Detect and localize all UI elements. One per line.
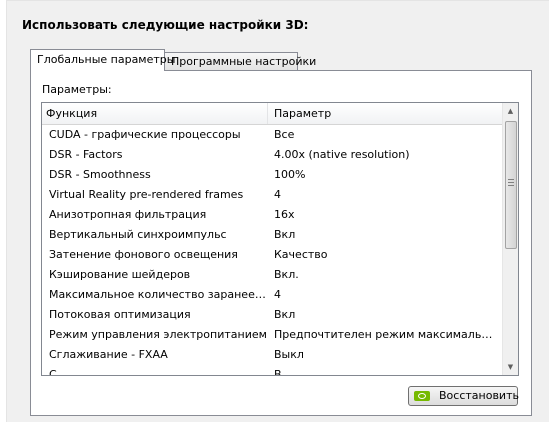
feature-cell: Режим управления электропитанием [49,328,267,341]
scrollbar-thumb[interactable] [505,121,517,249]
feature-cell: Потоковая оптимизация [49,308,191,321]
table-row[interactable]: Режим управления электропитанием Предпочт… [42,325,504,345]
feature-cell: Сглаживание - FXAA [49,348,168,361]
table-row[interactable]: С... В... [42,365,504,376]
tab-panel: Параметры: Функция Параметр CUDA - графи… [30,70,532,416]
table-row[interactable]: Вертикальный синхроимпульс Вкл [42,225,504,245]
setting-cell[interactable]: Предпочтителен режим максимальной п... [274,325,498,345]
setting-cell[interactable]: В... [274,365,498,375]
table-row[interactable]: Затенение фонового освещения Качество [42,245,504,265]
column-header-setting[interactable]: Параметр [268,103,504,124]
setting-cell[interactable]: 4.00x (native resolution) [274,145,498,165]
setting-cell[interactable]: 4 [274,285,498,305]
table-row[interactable]: Кэширование шейдеров Вкл. [42,265,504,285]
setting-cell[interactable]: 100% [274,165,498,185]
tab-program-settings[interactable]: Программные настройки [164,52,316,71]
table-row[interactable]: CUDA - графические процессоры Все [42,125,504,145]
setting-cell[interactable]: Качество [274,245,498,265]
feature-cell: Вертикальный синхроимпульс [49,228,227,241]
settings-rows: CUDA - графические процессоры Все DSR - Fa… [42,125,504,376]
feature-cell: DSR - Factors [49,148,123,161]
setting-cell[interactable]: Вкл [274,305,498,325]
table-row[interactable]: Virtual Reality pre-rendered frames 4 [42,185,504,205]
settings-list: Функция Параметр CUDA - графические проц… [41,102,519,376]
setting-cell[interactable]: 4 [274,185,498,205]
feature-cell: Кэширование шейдеров [49,268,191,281]
table-row[interactable]: DSR - Smoothness 100% [42,165,504,185]
feature-cell: Максимальное количество заранее под... [49,288,267,301]
settings-label: Параметры: [42,83,112,96]
feature-cell: С... [49,368,68,376]
table-row[interactable]: Анизотропная фильтрация 16x [42,205,504,225]
table-row[interactable]: Максимальное количество заранее под... 4 [42,285,504,305]
list-header: Функция Параметр [42,103,504,125]
setting-cell[interactable]: Выкл [274,345,498,365]
restore-button-label: Восстановить [439,389,519,402]
column-header-feature[interactable]: Функция [42,103,268,124]
feature-cell: Анизотропная фильтрация [49,208,207,221]
table-row[interactable]: Сглаживание - FXAA Выкл [42,345,504,365]
feature-cell: Затенение фонового освещения [49,248,238,261]
grip-line [508,182,514,183]
tab-global-settings[interactable]: Глобальные параметры [30,49,175,71]
restore-button[interactable]: Восстановить [408,386,519,406]
setting-cell[interactable]: Вкл. [274,265,498,285]
setting-cell[interactable]: Все [274,125,498,145]
setting-cell[interactable]: Вкл [274,225,498,245]
feature-cell: DSR - Smoothness [49,168,151,181]
setting-cell[interactable]: 16x [274,205,498,225]
feature-cell: CUDA - графические процессоры [49,128,241,141]
scroll-up-icon[interactable]: ▲ [503,103,518,119]
table-row[interactable]: DSR - Factors 4.00x (native resolution) [42,145,504,165]
page-title: Использовать следующие настройки 3D: [22,18,309,32]
grip-line [508,185,514,186]
feature-cell: Virtual Reality pre-rendered frames [49,188,244,201]
grip-line [508,179,514,180]
scroll-down-icon[interactable]: ▼ [503,359,518,375]
table-row[interactable]: Потоковая оптимизация Вкл [42,305,504,325]
settings-pane: Использовать следующие настройки 3D: Гло… [6,0,549,422]
vertical-scrollbar[interactable]: ▲ ▼ [502,103,518,375]
nvidia-icon [414,391,430,401]
